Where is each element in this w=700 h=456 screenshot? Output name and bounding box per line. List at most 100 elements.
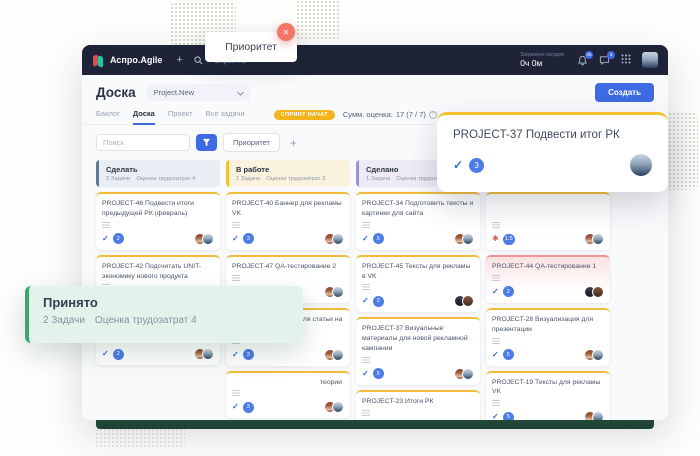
card-title (492, 199, 604, 219)
description-icon (492, 338, 500, 344)
priority-filter-chip[interactable]: Приоритет (223, 133, 280, 152)
card-title: PROJECT-44 QA-тестирование 1 (492, 262, 604, 272)
avatar (462, 233, 474, 245)
card-title: PROJECT-46 Подвести итоги предыдущей РК … (102, 199, 214, 219)
board-column: Сделано1 ЗадачаОценка трудозатратPROJECT… (356, 160, 480, 420)
search-icon[interactable] (194, 56, 203, 65)
create-button[interactable]: Создать (595, 83, 654, 102)
card-title: PROJECT-47 QA-тестирование 2 (232, 262, 344, 272)
column-estimate: Оценка трудозатрат 3 (266, 176, 325, 182)
funnel-icon (202, 138, 211, 147)
task-card[interactable]: PROJECT-40 Баннер для рекламы VK✓3 (226, 192, 350, 250)
task-card[interactable]: ✱1.5 (486, 192, 610, 250)
tabs: Баклог Доска Проект Все задачи (96, 109, 258, 124)
notifications-button[interactable]: 26 (577, 55, 588, 66)
card-title: теории (232, 378, 344, 388)
filter-button[interactable] (196, 134, 217, 151)
score-summary: Сумм. оценка: 17 (7 / 7) ? (343, 110, 437, 119)
avatar (202, 233, 214, 245)
tab-item[interactable]: Баклог (96, 109, 120, 124)
add-icon[interactable]: + (176, 54, 182, 66)
column-estimate: Оценка трудозатрат 4 (136, 176, 195, 182)
avatar (592, 411, 604, 420)
card-title: PROJECT-23 Итоги РК (362, 397, 474, 407)
accepted-title: Принято (43, 295, 303, 310)
estimate-badge: 2 (113, 233, 124, 244)
assignee-avatars (588, 286, 604, 298)
task-card[interactable]: PROJECT-28 Визуализация для презентации✓… (486, 308, 610, 366)
description-icon (492, 275, 500, 281)
column-color-bar (96, 160, 99, 187)
add-filter-button[interactable]: + (290, 136, 297, 150)
task-card[interactable]: PROJECT-19 Тексты для рекламы VK✓5 (486, 371, 610, 420)
estimate-badge: 3 (243, 349, 254, 360)
check-icon: ✓ (232, 351, 239, 359)
task-card[interactable]: теории✓3 (226, 371, 350, 419)
project-select[interactable]: Project.New (146, 84, 250, 101)
description-icon (232, 222, 240, 228)
preview-card-title: PROJECT-37 Подвести итог РК (453, 129, 652, 141)
card-footer: ✓2 (362, 295, 474, 307)
time-tracker[interactable]: Затрачено сегодня 0ч 0м (520, 52, 564, 68)
avatar (332, 401, 344, 413)
task-card[interactable]: PROJECT-46 Подвести итоги предыдущей РК … (96, 192, 220, 250)
column-header: Сделать2 ЗадачиОценка трудозатрат 4 (96, 160, 220, 187)
search-input[interactable] (96, 134, 190, 151)
check-icon: ✓ (492, 288, 499, 296)
column-task-count: 1 Задача (236, 176, 260, 182)
chat-badge: 3 (607, 51, 615, 59)
task-preview-card[interactable]: PROJECT-37 Подвести итог РК ✓ 3 (437, 112, 668, 192)
check-icon: ✓ (453, 159, 463, 171)
estimate-badge: 5 (373, 368, 384, 379)
assignee-avatars (458, 233, 474, 245)
apps-grid-icon[interactable] (621, 51, 631, 69)
tab-item[interactable]: Проект (168, 109, 193, 124)
accepted-count: 2 Задачи (43, 315, 85, 326)
estimate-badge: 5 (373, 233, 384, 244)
avatar (592, 286, 604, 298)
column-meta: 1 Задача Оценка трудозатрат 3 (236, 176, 344, 182)
brand-name: Аспро.Agile (110, 55, 162, 65)
user-avatar[interactable] (642, 52, 658, 68)
chevron-down-icon (237, 89, 243, 95)
card-footer: ✓5 (492, 411, 604, 420)
assignee-avatars (458, 368, 474, 380)
estimate-badge: 5 (503, 349, 514, 360)
card-title: PROJECT-45 Тексты для рекламы в VK (362, 262, 474, 282)
top-navbar: Аспро.Agile + Спринты Затрачено сегодня … (82, 45, 668, 75)
chat-button[interactable]: 3 (599, 55, 610, 66)
accepted-section-header: Принято 2 Задачи Оценка трудозатрат 4 (25, 286, 303, 343)
card-title: PROJECT-40 Баннер для рекламы VK (232, 199, 344, 219)
estimate-badge: 2 (503, 286, 514, 297)
description-icon (492, 400, 500, 406)
aspro-logo-icon (92, 54, 105, 67)
assignee-avatars (328, 233, 344, 245)
task-card[interactable]: PROJECT-23 Итоги РК✓5 (356, 390, 480, 420)
description-icon (492, 222, 500, 228)
description-icon (362, 357, 370, 363)
dot-texture (296, 0, 340, 40)
avatar (592, 233, 604, 245)
card-footer: ✓5 (492, 349, 604, 361)
assignee-avatars (588, 349, 604, 361)
accepted-estimate: Оценка трудозатрат 4 (95, 315, 197, 326)
avatar (332, 286, 344, 298)
task-card[interactable]: PROJECT-45 Тексты для рекламы в VK ✓2 (356, 255, 480, 313)
check-icon: ✓ (492, 351, 499, 359)
info-icon[interactable]: ? (429, 111, 437, 119)
tab-item[interactable]: Все задачи (206, 109, 245, 124)
task-card[interactable]: PROJECT-44 QA-тестирование 1 ✓ 2 (486, 255, 610, 303)
card-footer: ✓5 (362, 368, 474, 380)
tooltip-close-button[interactable]: ✕ (277, 23, 295, 41)
estimate-badge: 3 (243, 402, 254, 413)
card-title: PROJECT-42 Подсчитать UNIT-экономику нов… (102, 262, 214, 282)
card-title: PROJECT-37 Визуальные материалы для ново… (362, 324, 474, 354)
column-task-count: 2 Задачи (106, 176, 130, 182)
page-title: Доска (96, 85, 136, 100)
estimate-badge: 2 (113, 349, 124, 360)
tab-active[interactable]: Доска (133, 109, 155, 125)
task-card[interactable]: PROJECT-34 Подготовить тексты и картинки… (356, 192, 480, 250)
task-card[interactable]: PROJECT-37 Визуальные материалы для ново… (356, 317, 480, 385)
estimate-badge: 3 (243, 233, 254, 244)
check-icon: ✓ (102, 350, 109, 358)
